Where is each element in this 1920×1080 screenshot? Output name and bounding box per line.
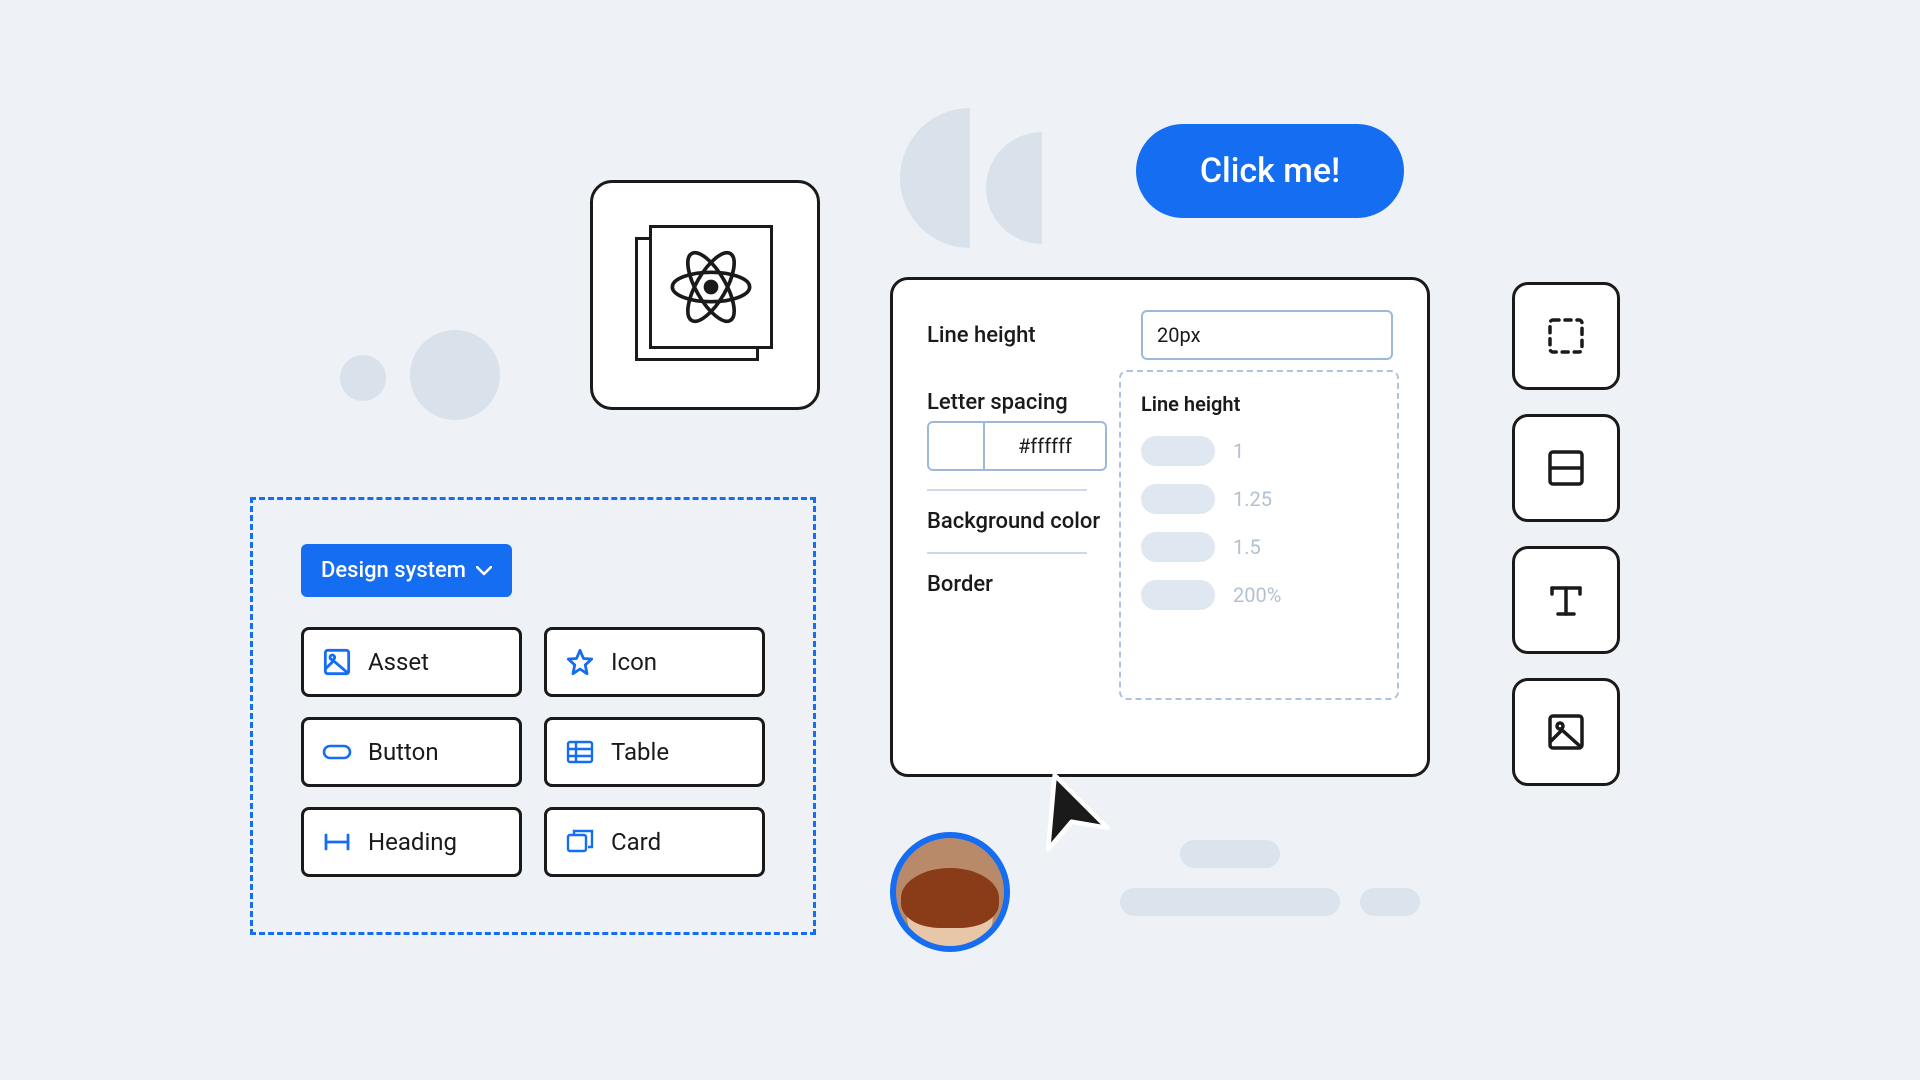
tool-text[interactable] bbox=[1512, 546, 1620, 654]
tool-strip bbox=[1512, 282, 1620, 786]
component-label: Heading bbox=[368, 828, 457, 856]
skeleton-bar bbox=[1120, 888, 1340, 916]
select-marquee-icon bbox=[1544, 314, 1588, 358]
react-logo-card bbox=[590, 180, 820, 410]
prop-background-label: Background color bbox=[927, 509, 1117, 534]
text-icon bbox=[1544, 578, 1588, 622]
image-tool-icon bbox=[1544, 710, 1588, 754]
decorative-circle bbox=[410, 330, 500, 420]
color-hex-value: #ffffff bbox=[985, 434, 1105, 458]
chevron-down-icon bbox=[476, 566, 492, 576]
decorative-circle bbox=[340, 355, 386, 401]
tool-select-marquee[interactable] bbox=[1512, 282, 1620, 390]
click-me-button[interactable]: Click me! bbox=[1136, 124, 1404, 218]
tool-split-horizontal[interactable] bbox=[1512, 414, 1620, 522]
prop-letter-spacing-label: Letter spacing bbox=[927, 390, 1117, 415]
option-pill bbox=[1141, 580, 1215, 610]
component-heading[interactable]: Heading bbox=[301, 807, 522, 877]
decorative-halfcircle bbox=[986, 132, 1042, 244]
tool-image[interactable] bbox=[1512, 678, 1620, 786]
component-label: Icon bbox=[611, 648, 657, 676]
decorative-halfcircle bbox=[900, 108, 970, 248]
design-system-panel: Design system Asset Icon bbox=[250, 497, 816, 935]
prop-border-label: Border bbox=[927, 572, 1117, 597]
click-me-label: Click me! bbox=[1200, 151, 1340, 191]
cursor-arrow-icon bbox=[1022, 764, 1112, 854]
star-icon bbox=[565, 647, 595, 677]
component-table[interactable]: Table bbox=[544, 717, 765, 787]
skeleton-bar bbox=[1360, 888, 1420, 916]
component-card[interactable]: Card bbox=[544, 807, 765, 877]
line-height-option[interactable]: 1 bbox=[1141, 436, 1377, 466]
option-pill bbox=[1141, 484, 1215, 514]
dropdown-label: Design system bbox=[321, 558, 466, 583]
line-height-popover: Line height 1 1.25 1.5 200% bbox=[1119, 370, 1399, 700]
pill-icon bbox=[322, 737, 352, 767]
split-horizontal-icon bbox=[1544, 446, 1588, 490]
prop-line-height-label: Line height bbox=[927, 323, 1117, 348]
component-button[interactable]: Button bbox=[301, 717, 522, 787]
option-pill bbox=[1141, 436, 1215, 466]
component-label: Button bbox=[368, 738, 439, 766]
image-icon bbox=[322, 647, 352, 677]
card-icon bbox=[565, 827, 595, 857]
skeleton-bar bbox=[1180, 840, 1280, 868]
line-height-option[interactable]: 1.25 bbox=[1141, 484, 1377, 514]
user-avatar[interactable] bbox=[890, 832, 1010, 952]
table-icon bbox=[565, 737, 595, 767]
line-height-option[interactable]: 200% bbox=[1141, 580, 1377, 610]
option-pill bbox=[1141, 532, 1215, 562]
component-label: Asset bbox=[368, 648, 429, 676]
component-label: Table bbox=[611, 738, 669, 766]
prop-line-height-input[interactable]: 20px bbox=[1141, 310, 1393, 360]
color-preview bbox=[929, 423, 985, 469]
component-asset[interactable]: Asset bbox=[301, 627, 522, 697]
component-label: Card bbox=[611, 828, 661, 856]
popover-title: Line height bbox=[1141, 392, 1377, 416]
divider bbox=[927, 489, 1087, 491]
heading-icon bbox=[322, 827, 352, 857]
react-atom-icon bbox=[665, 241, 757, 333]
divider bbox=[927, 552, 1087, 554]
component-icon[interactable]: Icon bbox=[544, 627, 765, 697]
design-system-dropdown[interactable]: Design system bbox=[301, 544, 512, 597]
properties-panel: Line height 20px Letter spacing #ffffff … bbox=[890, 277, 1430, 777]
line-height-option[interactable]: 1.5 bbox=[1141, 532, 1377, 562]
color-swatch-input[interactable]: #ffffff bbox=[927, 421, 1107, 471]
